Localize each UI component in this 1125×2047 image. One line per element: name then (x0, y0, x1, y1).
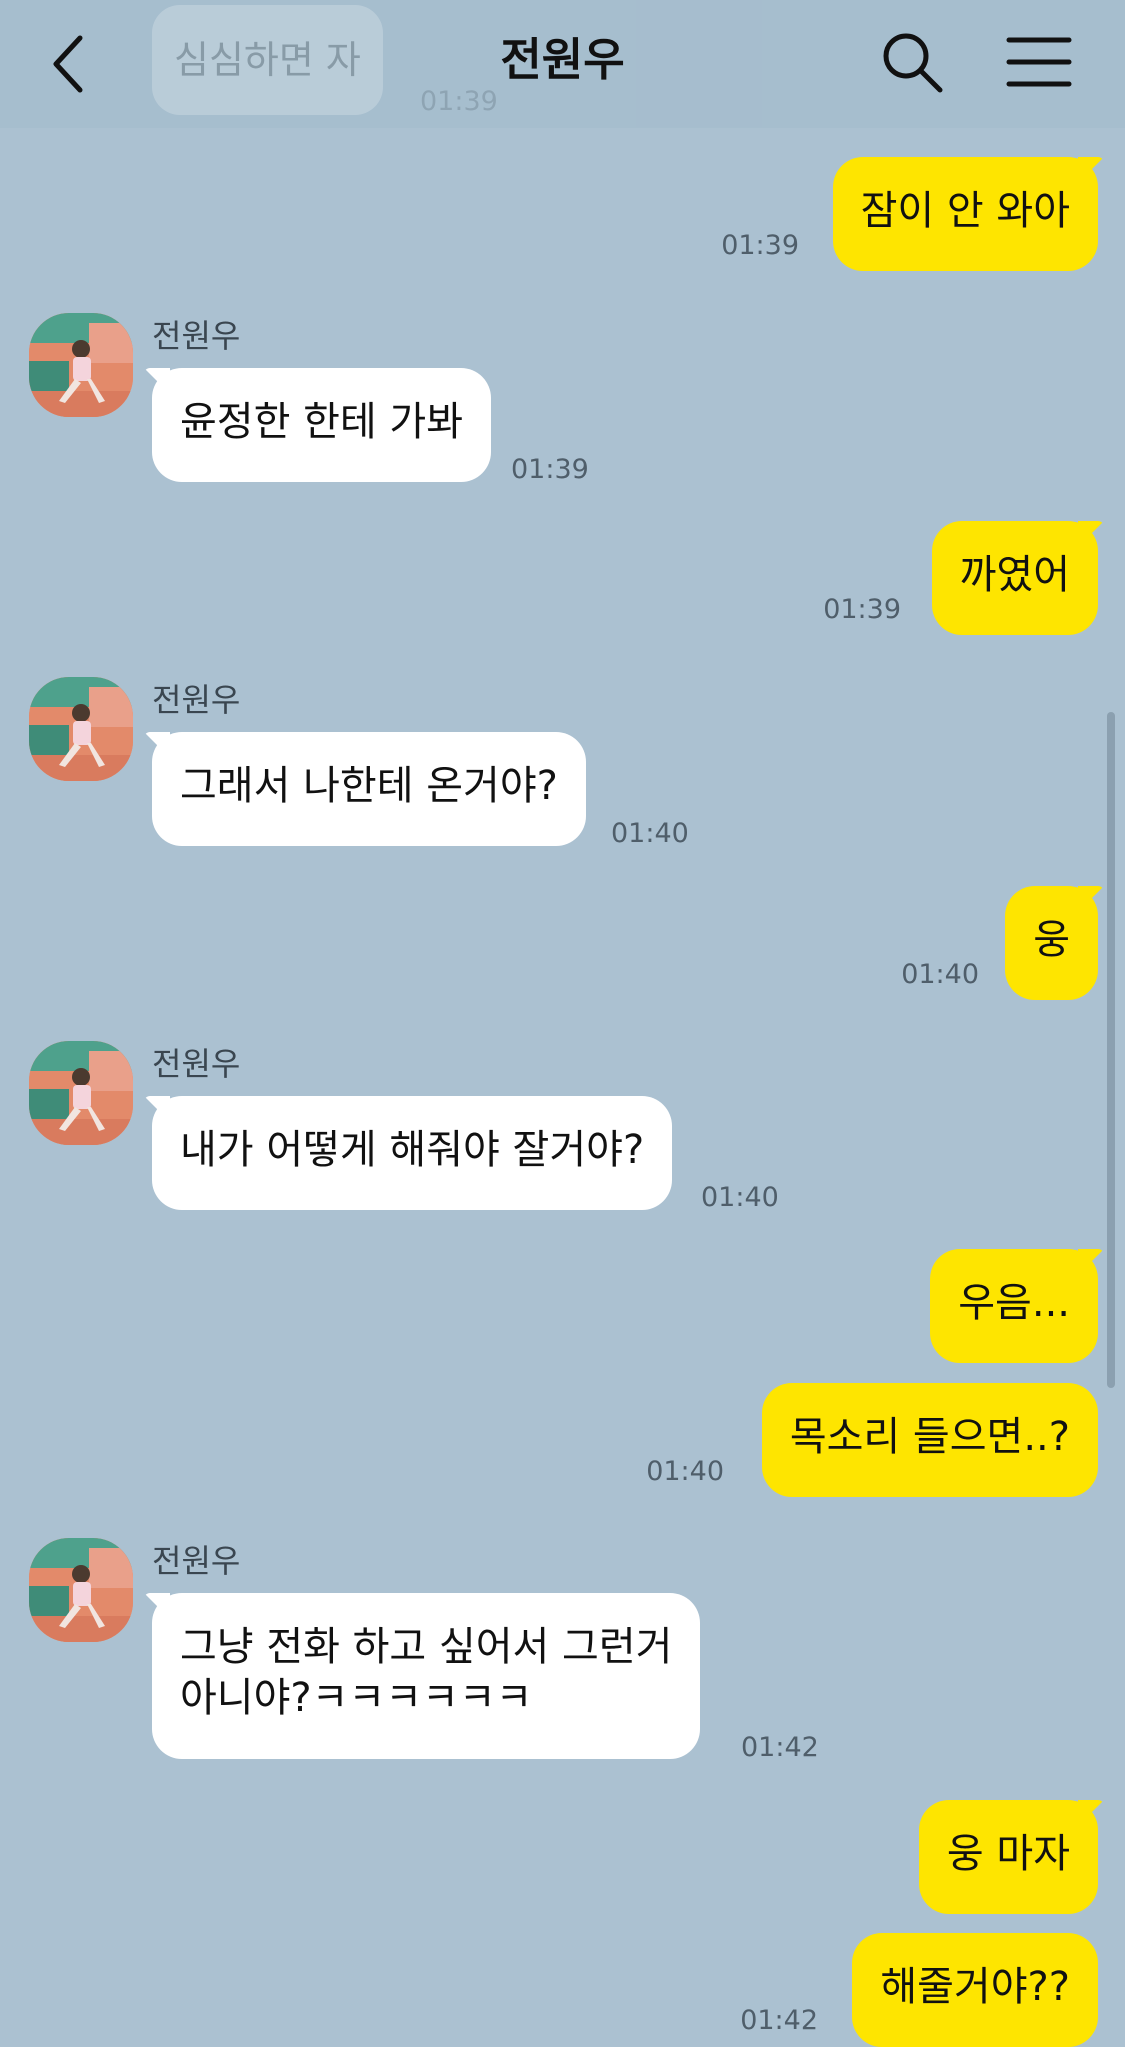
sender-name: 전원우 (152, 317, 241, 355)
menu-button[interactable] (1005, 32, 1073, 92)
message-time: 01:40 (646, 1456, 724, 1487)
contact-avatar[interactable] (29, 1041, 133, 1145)
my-message-bubble[interactable]: 웅 마자 (918, 1800, 1098, 1914)
message-time: 01:40 (901, 959, 979, 990)
message-time: 01:39 (721, 230, 799, 261)
my-message-bubble[interactable]: 우음... (930, 1249, 1098, 1363)
my-message-bubble[interactable]: 해줄거야?? (852, 1933, 1098, 2047)
profile-photo (29, 1041, 133, 1145)
search-button[interactable] (880, 30, 946, 96)
my-message-bubble[interactable]: 목소리 들으면..? (761, 1383, 1098, 1497)
my-message-bubble[interactable]: 까였어 (931, 521, 1098, 635)
previous-message-bubble: 심심하면 자 (152, 5, 383, 115)
message-line: 아니야?ㅋㅋㅋㅋㅋㅋ (180, 1675, 533, 1721)
chat-room: 심심하면 자 01:39 전원우 01:39 잠이 안 와아 전원우 윤정한 한… (0, 0, 1125, 2047)
profile-photo (29, 677, 133, 781)
sender-name: 전원우 (152, 1542, 241, 1580)
their-message-bubble[interactable]: 그냥 전화 하고 싶어서 그런거 아니야?ㅋㅋㅋㅋㅋㅋ (152, 1593, 701, 1759)
message-time: 01:39 (511, 454, 589, 485)
message-time: 01:42 (740, 2005, 818, 2036)
hamburger-menu-icon (1006, 37, 1072, 87)
message-time: 01:40 (701, 1182, 779, 1213)
profile-photo (29, 1538, 133, 1642)
contact-avatar[interactable] (29, 313, 133, 417)
profile-photo (29, 313, 133, 417)
their-message-bubble[interactable]: 그래서 나한테 온거야? (152, 732, 586, 846)
their-message-bubble[interactable]: 윤정한 한테 가봐 (152, 368, 492, 482)
their-message-bubble[interactable]: 내가 어떻게 해줘야 잘거야? (152, 1096, 673, 1210)
message-time: 01:42 (741, 1732, 819, 1763)
my-message-bubble[interactable]: 웅 (1005, 886, 1098, 1000)
sender-name: 전원우 (152, 1045, 241, 1083)
contact-avatar[interactable] (29, 677, 133, 781)
sender-name: 전원우 (152, 681, 241, 719)
contact-avatar[interactable] (29, 1538, 133, 1642)
message-time: 01:40 (611, 818, 689, 849)
search-icon (883, 33, 943, 93)
message-time: 01:39 (823, 594, 901, 625)
message-line: 그냥 전화 하고 싶어서 그런거 (180, 1624, 673, 1670)
my-message-bubble[interactable]: 잠이 안 와아 (832, 157, 1098, 271)
scrollbar[interactable] (1107, 712, 1115, 1388)
previous-message-time: 01:39 (420, 86, 498, 117)
